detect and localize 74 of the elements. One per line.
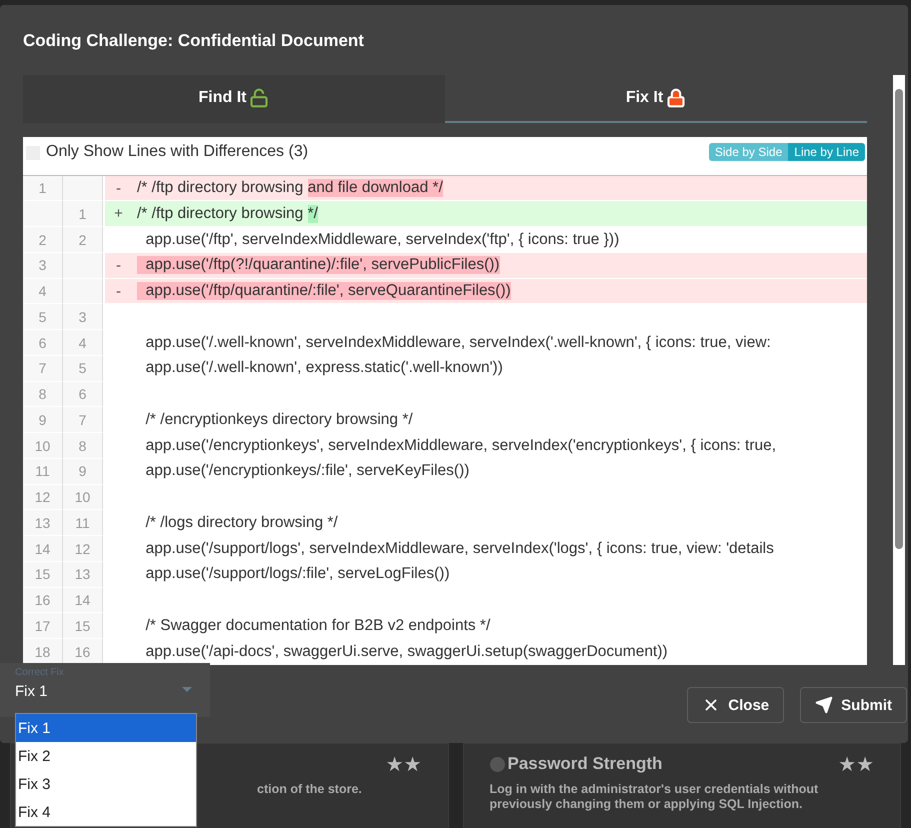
line-number: 13 [23,510,63,536]
line-number: 8 [23,382,63,408]
code-text: app.use('/ftp', serveIndexMiddleware, serveIndex('ftp', { icons: true })) [144,230,620,249]
code-text: */ [308,204,318,223]
line-number: 10 [23,433,63,459]
card-description: ction of the store. [257,782,362,797]
dropdown-option[interactable]: Fix 1 [16,714,196,742]
code-text: app.use('/encryptionkeys', serveIndexMiddleware, serveIndex('encryptionkeys', { icons: true, [144,436,776,455]
line-number: 11 [23,458,63,485]
line-number: 18 [23,639,63,665]
code-text: /* /ftp directory browsing [137,179,304,198]
diff-marker: - [105,176,132,202]
code-text: app.use('/support/logs', serveIndexMiddleware, serveIndex('logs', { icons: true, view: 'details [144,540,774,558]
line-number: 3 [63,304,103,330]
code-text: app.use('/support/logs/:file', serveLogFiles()) [144,565,450,584]
line-number: 17 [23,613,63,640]
line-number: 4 [63,330,103,356]
card-title: Password Strength [508,754,664,774]
line-number: 12 [23,484,63,510]
code-text: app.use('/api-docs', swaggerUi.serve, swaggerUi.setup(swaggerDocument)) [144,642,668,661]
code-text: /* Swagger documentation for B2B v2 endpoints */ [144,616,490,635]
line-number: 15 [63,613,103,640]
line-number: 10 [63,484,103,510]
diff-marker: + [105,201,132,228]
submit-button[interactable]: Submit [800,687,907,723]
code-text: app.use('/ftp/quarantine/:file', serveQuarantineFiles()) [137,282,511,300]
send-icon [815,696,834,714]
line-number: 16 [63,639,103,665]
diff-marker: - [105,278,132,304]
difficulty-stars: ★★ [386,754,422,774]
gutter-cell [63,252,103,279]
code-text: /* /logs directory browsing */ [144,514,338,532]
line-number: 2 [63,227,103,253]
line-number: 9 [63,458,103,485]
difficulty-stars: ★★ [838,754,874,774]
close-button[interactable]: Close [687,687,784,723]
line-number: 9 [23,407,63,434]
line-number: 5 [63,356,103,382]
line-number: 6 [23,330,63,356]
line-number: 16 [23,588,63,614]
checkbox-label: Only Show Lines with Differences (3) [46,143,310,161]
line-number: 4 [23,278,63,304]
gutter-cell [63,176,103,202]
card-description: Log in with the administrator's user credentials without previously changing them or applying SQL Injection. [490,782,820,812]
line-number: 5 [23,304,63,330]
line-number: 1 [23,176,63,202]
code-text: /* /encryptionkeys directory browsing */ [144,410,413,429]
line-number: 6 [63,382,103,408]
dialog-title: Coding Challenge: Confidential Document [23,31,365,51]
code-text: app.use('/encryptionkeys/:file', serveKeyFiles()) [144,462,470,480]
line-number: 12 [63,536,103,562]
line-number: 7 [23,356,63,382]
code-text: app.use('/ftp(?!/quarantine)/:file', servePublicFiles()) [137,256,500,274]
status-dot-icon [490,756,504,772]
line-number: 14 [63,588,103,614]
gutter-cell [63,278,103,304]
line-number: 13 [63,562,103,588]
line-number: 7 [63,407,103,434]
select-value: Fix 1 [15,683,48,700]
line-number: 3 [23,252,63,279]
line-number: 1 [63,201,103,228]
line-number: 14 [23,536,63,562]
line-number: 15 [23,562,63,588]
code-text: app.use('/.well-known', serveIndexMiddleware, serveIndex('.well-known', { icons: true, view: [144,334,771,352]
diff-marker: - [105,252,132,279]
gutter-cell [23,201,63,228]
scrollbar[interactable] [893,75,905,665]
code-text: /* /ftp directory browsing [137,204,304,223]
code-text: and file download */ [308,179,443,198]
line-number: 11 [63,510,103,536]
tab[interactable]: Find It [23,75,445,123]
line-number: 8 [63,433,103,459]
line-number: 2 [23,227,63,253]
code-text: app.use('/.well-known', express.static('.well-known')) [144,359,503,378]
